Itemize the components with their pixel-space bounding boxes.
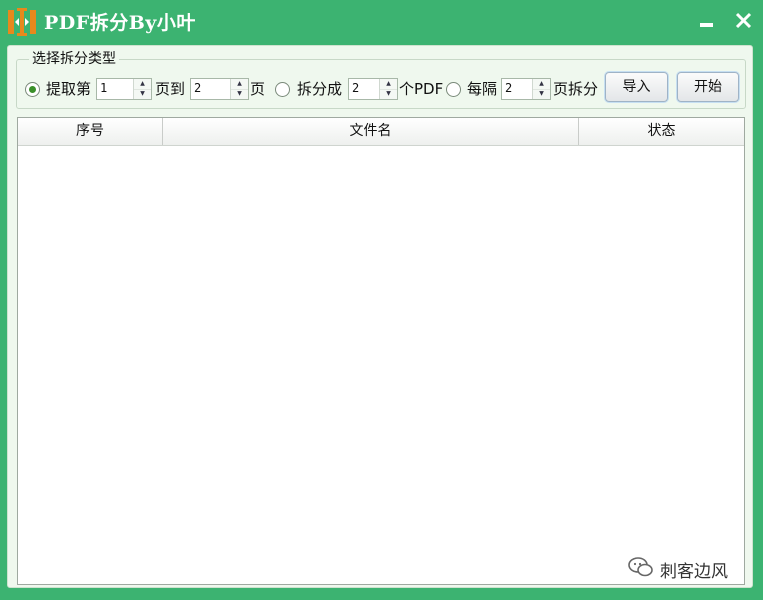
every-label-prefix: 每隔	[467, 80, 498, 98]
extract-from-spinner[interactable]: 1 ▲ ▼	[96, 78, 152, 100]
extract-label-mid: 页到	[155, 80, 186, 98]
wechat-icon	[628, 557, 653, 577]
radio-extract[interactable]	[25, 82, 40, 97]
title-bar: PDF拆分By小叶	[0, 0, 763, 44]
radio-every[interactable]	[446, 82, 461, 97]
split-pages-icon	[8, 8, 36, 36]
spin-down-icon[interactable]: ▼	[380, 89, 397, 99]
column-header-index[interactable]: 序号	[18, 118, 163, 145]
split-into-label-suffix: 个PDF	[399, 80, 444, 98]
every-label-suffix: 页拆分	[553, 80, 599, 98]
import-button[interactable]: 导入	[605, 72, 668, 102]
spin-down-icon[interactable]: ▼	[533, 89, 550, 99]
spin-down-icon[interactable]: ▼	[134, 89, 151, 99]
column-header-filename[interactable]: 文件名	[163, 118, 579, 145]
window-title: PDF拆分By小叶	[44, 12, 196, 34]
spin-down-icon[interactable]: ▼	[231, 89, 248, 99]
start-button[interactable]: 开始	[677, 72, 739, 102]
radio-split-into[interactable]	[275, 82, 290, 97]
extract-label-prefix: 提取第	[46, 80, 92, 98]
every-pages-value[interactable]: 2	[505, 81, 512, 95]
extract-to-spinner[interactable]: 2 ▲ ▼	[190, 78, 249, 100]
watermark-text: 刺客边风	[660, 562, 728, 582]
list-header: 序号 文件名 状态	[18, 118, 744, 146]
close-button[interactable]	[730, 8, 756, 34]
column-header-status[interactable]: 状态	[579, 118, 744, 145]
close-icon	[735, 12, 752, 29]
extract-from-value[interactable]: 1	[100, 81, 107, 95]
file-list[interactable]: 序号 文件名 状态	[17, 117, 745, 585]
every-pages-spinner[interactable]: 2 ▲ ▼	[501, 78, 551, 100]
split-into-count-value[interactable]: 2	[352, 81, 359, 95]
extract-to-value[interactable]: 2	[194, 81, 201, 95]
group-title: 选择拆分类型	[29, 50, 119, 68]
extract-label-suffix: 页	[250, 80, 266, 98]
split-into-label-prefix: 拆分成	[297, 80, 343, 98]
split-into-count-spinner[interactable]: 2 ▲ ▼	[348, 78, 398, 100]
minimize-button[interactable]	[694, 8, 720, 34]
minimize-icon	[700, 23, 713, 27]
client-area: 选择拆分类型 提取第 1 ▲ ▼ 页到 2 ▲ ▼ 页 拆分成 2 ▲ ▼ 个P…	[7, 45, 753, 588]
